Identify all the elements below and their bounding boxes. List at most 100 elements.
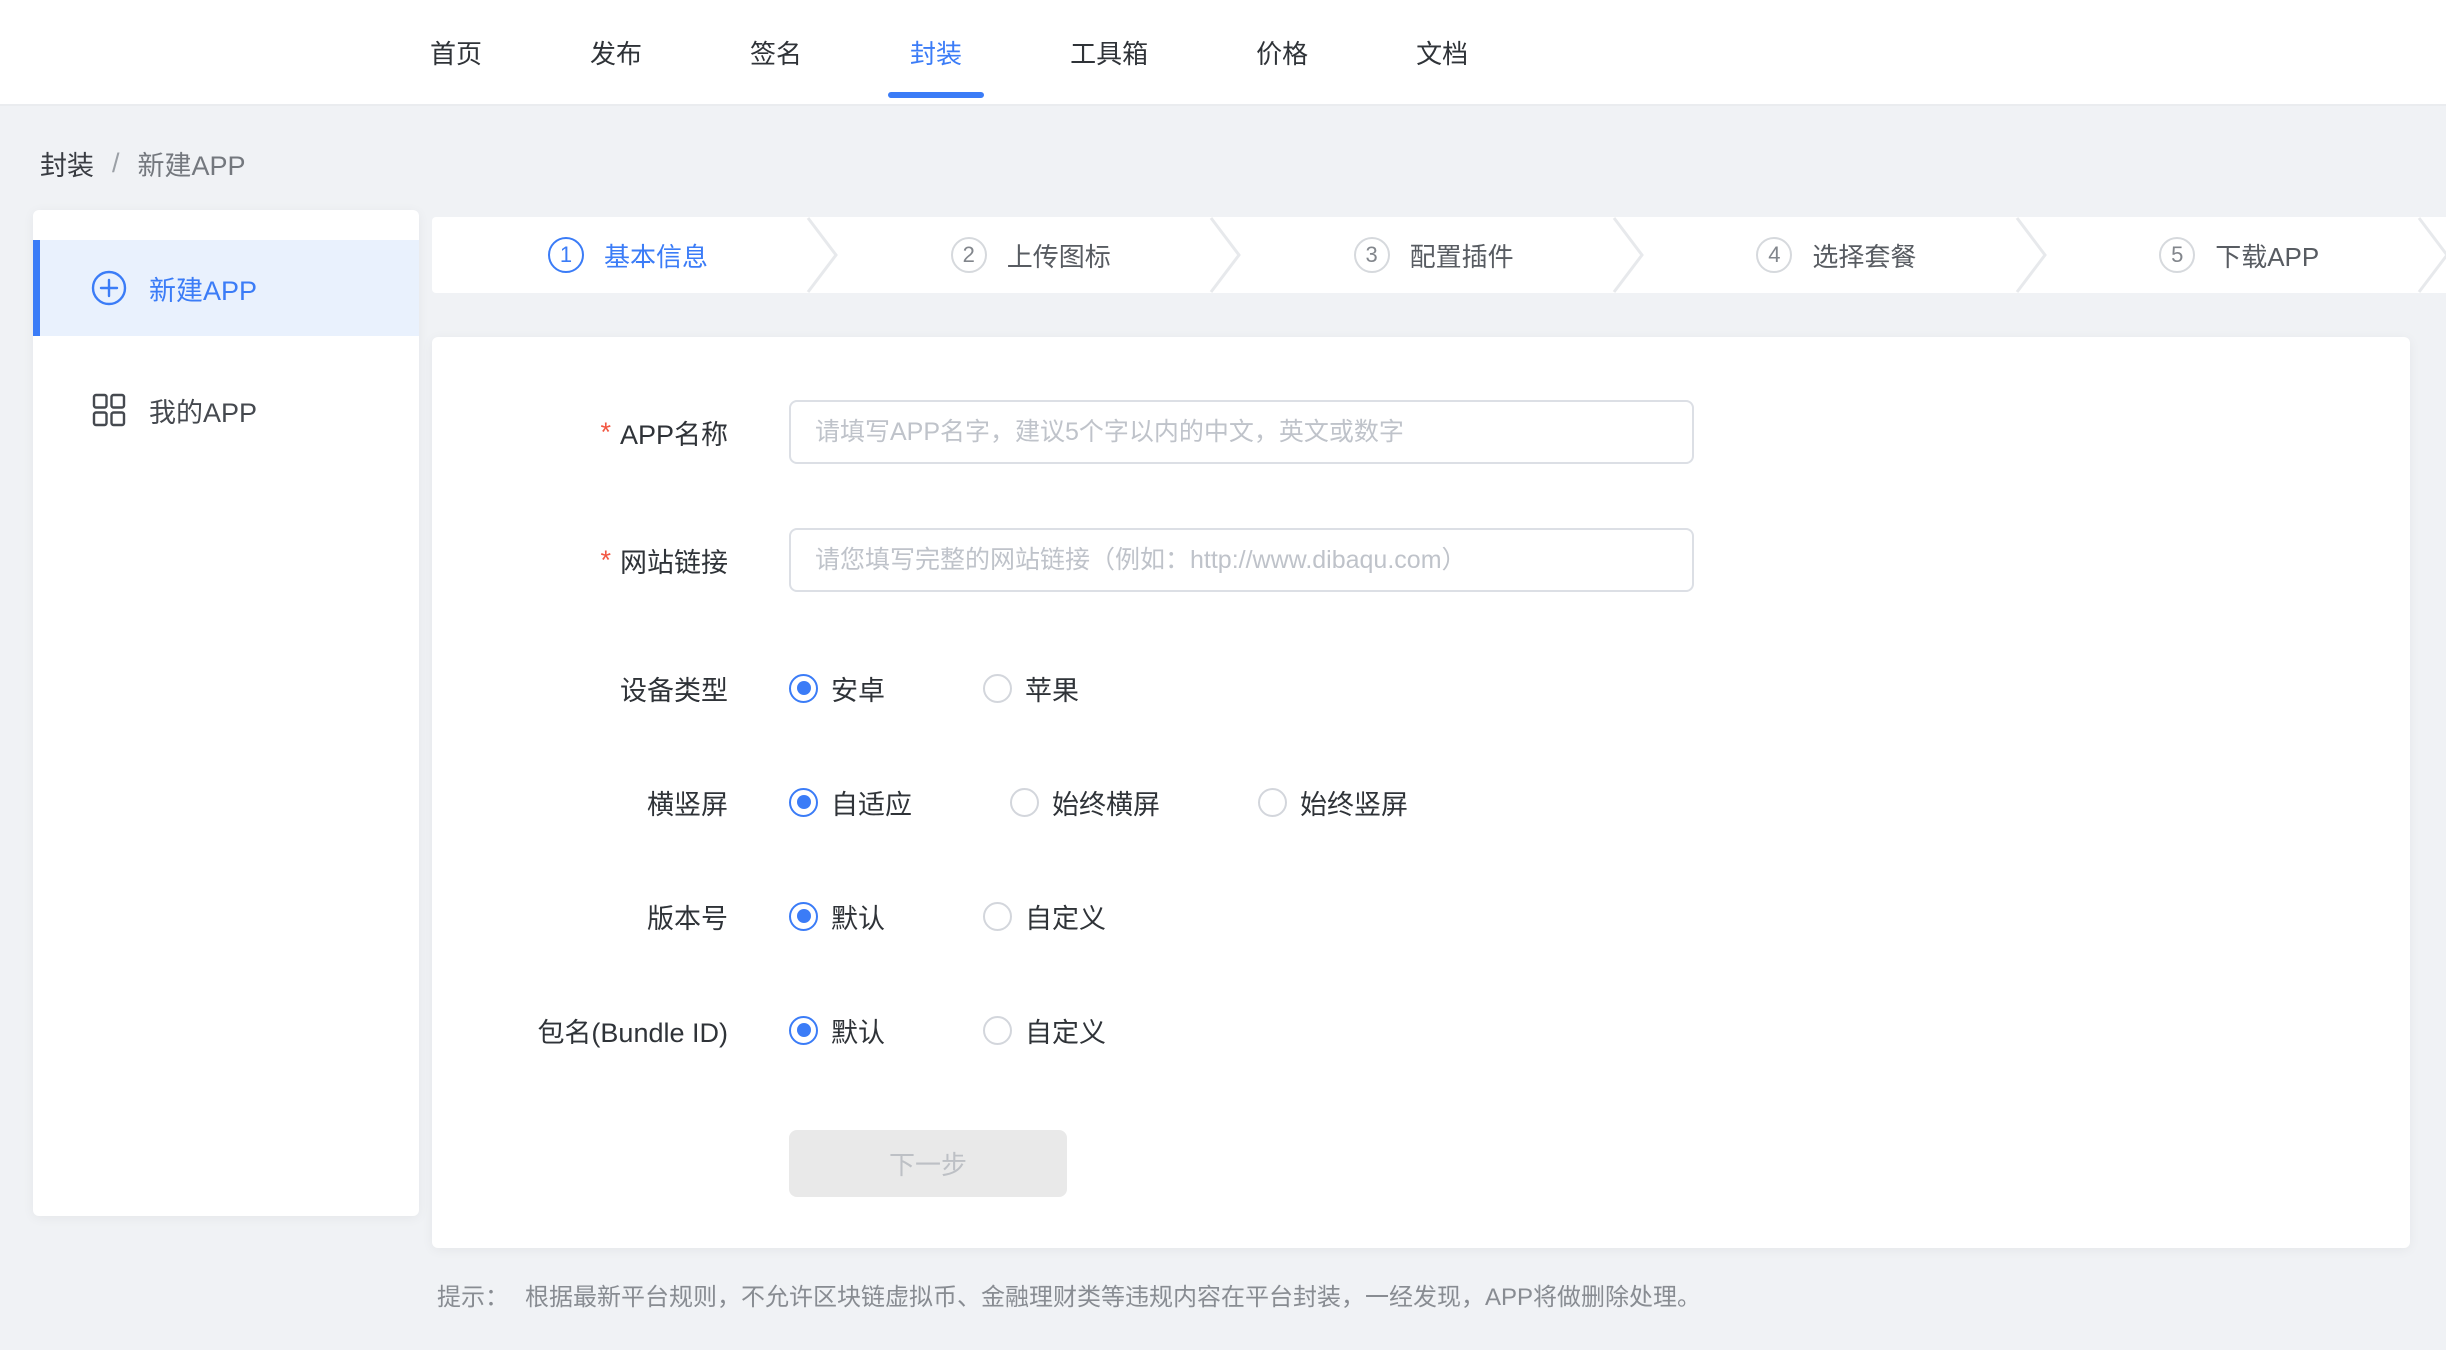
step-label: 上传图标: [1007, 237, 1111, 274]
nav-item-publish[interactable]: 发布: [590, 0, 642, 104]
radio-always-portrait[interactable]: 始终竖屏: [1258, 783, 1408, 822]
breadcrumb-separator: /: [112, 148, 120, 179]
breadcrumb-section[interactable]: 封装: [40, 144, 94, 183]
tip-text: 根据最新平台规则，不允许区块链虚拟币、金融理财类等违规内容在平台封装，一经发现，…: [525, 1277, 1701, 1312]
radio-version-default[interactable]: 默认: [789, 897, 885, 936]
step-separator-chevron: [1208, 217, 1244, 293]
nav-item-label: 价格: [1256, 34, 1308, 71]
radio-label: 自适应: [831, 783, 912, 822]
step-number-badge: 3: [1354, 237, 1390, 273]
radio-dot: [789, 788, 818, 817]
nav-item-home[interactable]: 首页: [430, 0, 482, 104]
form-row-site-url: * 网站链接: [432, 528, 2410, 592]
step-number-badge: 1: [548, 237, 584, 273]
sidebar: 新建APP 我的APP: [33, 210, 419, 1216]
step-label: 配置插件: [1410, 237, 1514, 274]
step-upload-icon: 2 上传图标: [835, 217, 1238, 293]
sidebar-item-label: 我的APP: [149, 391, 257, 430]
step-number-badge: 2: [951, 237, 987, 273]
radio-dot: [983, 1016, 1012, 1045]
sidebar-item-new-app[interactable]: 新建APP: [33, 240, 419, 336]
radio-bundle-custom[interactable]: 自定义: [983, 1011, 1106, 1050]
sidebar-item-my-apps[interactable]: 我的APP: [33, 362, 419, 458]
nav-item-package[interactable]: 封装: [910, 0, 962, 104]
sidebar-item-label: 新建APP: [149, 269, 257, 308]
breadcrumb-current: 新建APP: [138, 144, 246, 183]
field-label-text: 设备类型: [620, 669, 728, 708]
radio-ios[interactable]: 苹果: [983, 669, 1079, 708]
step-label: 基本信息: [604, 237, 708, 274]
step-separator-chevron: [2416, 217, 2446, 293]
radio-always-landscape[interactable]: 始终横屏: [1010, 783, 1160, 822]
radio-dot: [789, 674, 818, 703]
radio-dot: [789, 1016, 818, 1045]
field-label-text: 版本号: [647, 897, 728, 936]
platform-rule-tip: 提示： 根据最新平台规则，不允许区块链虚拟币、金融理财类等违规内容在平台封装，一…: [437, 1277, 1701, 1312]
orientation-label: 横竖屏: [432, 783, 789, 822]
plus-circle-icon: [91, 270, 127, 306]
radio-auto-adapt[interactable]: 自适应: [789, 783, 912, 822]
radio-label: 默认: [831, 1011, 885, 1050]
radio-dot: [789, 902, 818, 931]
version-label: 版本号: [432, 897, 789, 936]
radio-label: 苹果: [1025, 669, 1079, 708]
radio-label: 始终竖屏: [1300, 783, 1408, 822]
basic-info-form-card: * APP名称 * 网站链接 设备类型 安卓 苹果 横竖: [432, 337, 2410, 1248]
device-type-label: 设备类型: [432, 669, 789, 708]
form-row-orientation: 横竖屏 自适应 始终横屏 始终竖屏: [432, 776, 2410, 828]
step-basic-info: 1 基本信息: [432, 217, 835, 293]
radio-dot: [983, 674, 1012, 703]
nav-item-label: 工具箱: [1070, 34, 1148, 71]
top-nav: 首页 发布 签名 封装 工具箱 价格 文档: [0, 0, 2446, 106]
radio-version-custom[interactable]: 自定义: [983, 897, 1106, 936]
app-name-label: * APP名称: [432, 413, 789, 452]
step-configure-plugins: 3 配置插件: [1238, 217, 1641, 293]
required-asterisk: *: [600, 417, 611, 448]
bundle-id-label: 包名(Bundle ID): [432, 1011, 789, 1050]
step-number-badge: 4: [1756, 237, 1792, 273]
nav-item-docs[interactable]: 文档: [1416, 0, 1468, 104]
field-label-text: 包名(Bundle ID): [537, 1011, 728, 1050]
nav-item-toolbox[interactable]: 工具箱: [1070, 0, 1148, 104]
radio-label: 安卓: [831, 669, 885, 708]
app-name-input[interactable]: [789, 400, 1694, 464]
nav-item-label: 签名: [750, 34, 802, 71]
form-row-version: 版本号 默认 自定义: [432, 890, 2410, 942]
step-separator-chevron: [805, 217, 841, 293]
radio-label: 默认: [831, 897, 885, 936]
nav-item-label: 文档: [1416, 34, 1468, 71]
step-label: 下载APP: [2215, 237, 2319, 274]
radio-android[interactable]: 安卓: [789, 669, 885, 708]
bundle-id-radio-group: 默认 自定义: [789, 1011, 1204, 1050]
radio-bundle-default[interactable]: 默认: [789, 1011, 885, 1050]
field-label-text: APP名称: [620, 413, 728, 452]
radio-label: 自定义: [1025, 897, 1106, 936]
grid-icon: [91, 392, 127, 428]
radio-dot: [1010, 788, 1039, 817]
next-step-button[interactable]: 下一步: [789, 1130, 1067, 1197]
nav-item-label: 发布: [590, 34, 642, 71]
form-row-app-name: * APP名称: [432, 400, 2410, 464]
step-label: 选择套餐: [1812, 237, 1916, 274]
nav-item-label: 封装: [910, 34, 962, 71]
radio-label: 始终横屏: [1052, 783, 1160, 822]
field-label-text: 横竖屏: [647, 783, 728, 822]
site-url-input[interactable]: [789, 528, 1694, 592]
nav-item-price[interactable]: 价格: [1256, 0, 1308, 104]
form-row-device-type: 设备类型 安卓 苹果: [432, 662, 2410, 714]
nav-item-label: 首页: [430, 34, 482, 71]
step-separator-chevron: [2014, 217, 2050, 293]
radio-dot: [983, 902, 1012, 931]
form-row-bundle-id: 包名(Bundle ID) 默认 自定义: [432, 1004, 2410, 1056]
device-type-radio-group: 安卓 苹果: [789, 669, 1177, 708]
required-asterisk: *: [600, 545, 611, 576]
tip-prefix: 提示：: [437, 1277, 509, 1312]
step-separator-chevron: [1611, 217, 1647, 293]
radio-dot: [1258, 788, 1287, 817]
nav-item-sign[interactable]: 签名: [750, 0, 802, 104]
step-number-badge: 5: [2159, 237, 2195, 273]
radio-label: 自定义: [1025, 1011, 1106, 1050]
step-wizard: 1 基本信息 2 上传图标 3 配置插件 4 选择套餐 5 下载APP: [432, 217, 2446, 293]
step-download-app: 5 下载APP: [2043, 217, 2446, 293]
field-label-text: 网站链接: [620, 541, 728, 580]
